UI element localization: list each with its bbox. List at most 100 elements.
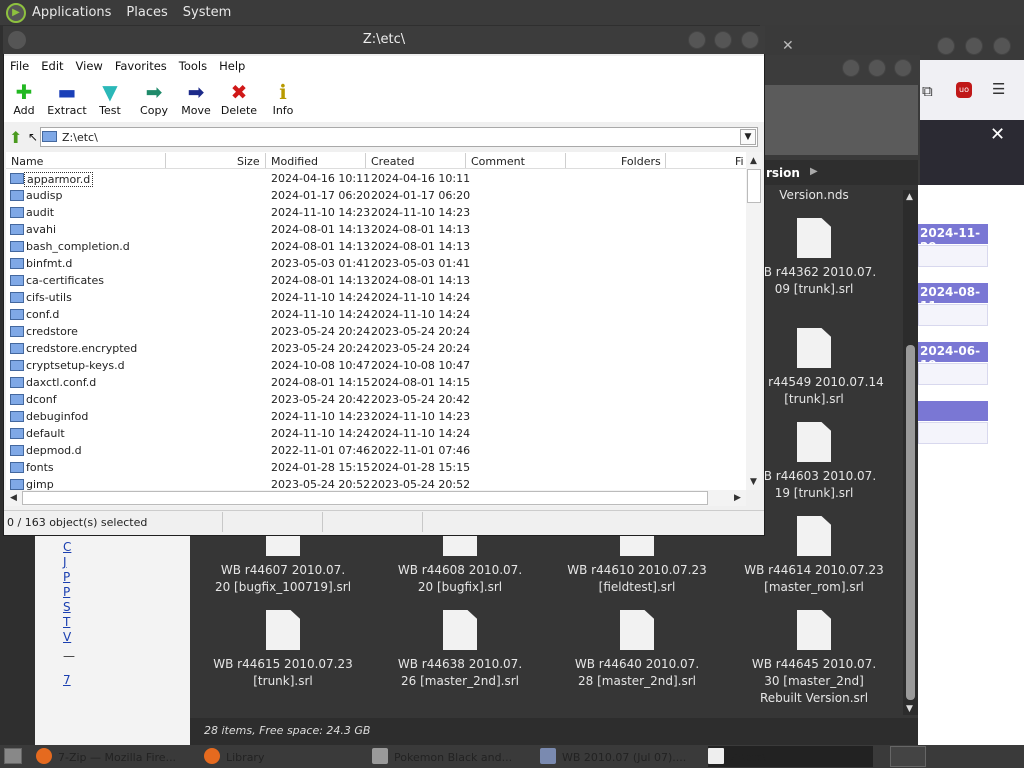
taskbar-item-library[interactable]: Library (204, 746, 369, 767)
table-row[interactable]: audisp 2024-01-17 06:20 2024-01-17 06:20 (8, 187, 744, 204)
hscroll-thumb[interactable] (22, 491, 708, 505)
column-divider[interactable] (665, 153, 666, 168)
test-button[interactable]: ▼ Test (87, 80, 133, 117)
menu-file[interactable]: File (10, 59, 29, 73)
table-row[interactable]: audit 2024-11-10 14:23 2024-11-10 14:23 (8, 204, 744, 221)
firefox-maximize-button[interactable] (965, 37, 983, 55)
menu-help[interactable]: Help (219, 59, 245, 73)
add-button[interactable]: ✚ Add (1, 80, 47, 117)
file-tile[interactable]: WB r44640 2010.07. 28 [master_2nd].srl (547, 610, 727, 690)
library-minimize-button[interactable] (842, 59, 860, 77)
date-row[interactable] (918, 422, 988, 444)
tab-close-icon[interactable]: ✕ (782, 38, 794, 54)
info-button[interactable]: ℹ Info (260, 80, 306, 117)
chevron-down-icon[interactable]: ▼ (740, 129, 756, 145)
column-divider[interactable] (365, 153, 366, 168)
workspace-switcher[interactable] (890, 746, 926, 767)
taskbar-item-wb[interactable]: WB 2010.07 (Jul 07).... (540, 746, 705, 767)
scroll-left-arrow-icon[interactable]: ◀ (10, 493, 17, 503)
table-row[interactable]: conf.d 2024-11-10 14:24 2024-11-10 14:24 (8, 306, 744, 323)
up-folder-icon[interactable]: ⬆ (9, 128, 22, 147)
file-tile[interactable]: WB r44645 2010.07. 30 [master_2nd] Rebui… (724, 610, 904, 707)
menu-applications[interactable]: Applications (32, 5, 111, 20)
7zip-minimize-button[interactable] (688, 31, 706, 49)
date-row[interactable] (918, 245, 988, 267)
column-files[interactable]: Fi (735, 155, 744, 168)
table-row[interactable]: default 2024-11-10 14:24 2024-11-10 14:24 (8, 425, 744, 442)
delete-button[interactable]: ✖ Delete (216, 80, 262, 117)
column-folders[interactable]: Folders (621, 155, 661, 168)
table-row[interactable]: depmod.d 2022-11-01 07:46 2022-11-01 07:46 (8, 442, 744, 459)
menu-tools[interactable]: Tools (179, 59, 207, 73)
column-divider[interactable] (165, 153, 166, 168)
sidebar-link[interactable]: J (63, 555, 67, 569)
sidebar-link[interactable]: S (63, 600, 71, 614)
column-name[interactable]: Name (11, 155, 43, 168)
scroll-up-arrow-icon[interactable]: ▲ (906, 192, 913, 202)
extensions-icon[interactable]: ⧉ (922, 82, 933, 100)
extract-button[interactable]: ▬ Extract (44, 80, 90, 117)
library-scrollbar-thumb[interactable] (906, 345, 915, 700)
column-divider[interactable] (465, 153, 466, 168)
firefox-close-button[interactable] (993, 37, 1011, 55)
column-divider[interactable] (265, 153, 266, 168)
window-menu-icon[interactable] (8, 31, 26, 49)
table-row[interactable]: credstore.encrypted 2023-05-24 20:24 2023-… (8, 340, 744, 357)
sidebar-link[interactable]: 7 (63, 673, 71, 687)
firefox-minimize-button[interactable] (937, 37, 955, 55)
date-row[interactable] (918, 363, 988, 385)
menu-edit[interactable]: Edit (41, 59, 63, 73)
menu-view[interactable]: View (76, 59, 103, 73)
table-row[interactable]: debuginfod 2024-11-10 14:23 2024-11-10 14:… (8, 408, 744, 425)
library-panel-close-icon[interactable]: ✕ (990, 124, 1005, 145)
file-tile[interactable]: WB r44638 2010.07. 26 [master_2nd].srl (370, 610, 550, 690)
scroll-down-arrow-icon[interactable]: ▼ (750, 477, 757, 487)
copy-button[interactable]: ➡ Copy (131, 80, 177, 117)
address-input[interactable] (40, 127, 758, 147)
table-row[interactable]: daxctl.conf.d 2024-08-01 14:15 2024-08-01 … (8, 374, 744, 391)
sidebar-link[interactable]: V (63, 630, 71, 644)
table-row[interactable]: dconf 2023-05-24 20:42 2023-05-24 20:42 (8, 391, 744, 408)
taskbar-item-7zip-firefox[interactable]: 7-Zip — Mozilla Fire... (36, 746, 201, 767)
vscroll-thumb[interactable] (747, 169, 761, 203)
taskbar-item-7zip[interactable]: Z:\etc\ (708, 746, 873, 767)
column-comment[interactable]: Comment (471, 155, 525, 168)
menu-hamburger-icon[interactable]: ☰ (992, 80, 1005, 98)
table-row[interactable]: fonts 2024-01-28 15:15 2024-01-28 15:15 (8, 459, 744, 476)
table-row[interactable]: avahi 2024-08-01 14:13 2024-08-01 14:13 (8, 221, 744, 238)
menu-favorites[interactable]: Favorites (115, 59, 167, 73)
column-created[interactable]: Created (371, 155, 415, 168)
7zip-close-button[interactable] (741, 31, 759, 49)
menu-places[interactable]: Places (126, 5, 167, 20)
sidebar-link[interactable]: T (63, 615, 70, 629)
7zip-maximize-button[interactable] (714, 31, 732, 49)
library-maximize-button[interactable] (868, 59, 886, 77)
taskbar-item-pokemon[interactable]: Pokemon Black and... (372, 746, 537, 767)
column-modified[interactable]: Modified (271, 155, 318, 168)
distro-logo-icon[interactable]: ▶ (6, 2, 26, 23)
column-size[interactable]: Size (237, 155, 260, 168)
scroll-right-arrow-icon[interactable]: ▶ (734, 493, 741, 503)
menu-system[interactable]: System (183, 5, 231, 20)
scroll-up-arrow-icon[interactable]: ▲ (750, 156, 757, 166)
table-row[interactable]: binfmt.d 2023-05-03 01:41 2023-05-03 01:41 (8, 255, 744, 272)
library-column-version[interactable]: rsion (766, 166, 800, 180)
move-button[interactable]: ➡ Move (173, 80, 219, 117)
column-divider[interactable] (565, 153, 566, 168)
sidebar-link[interactable]: P (63, 585, 70, 599)
table-row[interactable]: apparmor.d 2024-04-16 10:11 2024-04-16 10:… (8, 170, 744, 187)
table-row[interactable]: cryptsetup-keys.d 2024-10-08 10:47 2024-10… (8, 357, 744, 374)
table-row[interactable]: cifs-utils 2024-11-10 14:24 2024-11-10 14:… (8, 289, 744, 306)
show-desktop-icon[interactable] (4, 748, 22, 764)
scroll-down-arrow-icon[interactable]: ▼ (906, 704, 913, 714)
table-row[interactable]: bash_completion.d 2024-08-01 14:13 2024-08… (8, 238, 744, 255)
sidebar-link[interactable]: P (63, 570, 70, 584)
sidebar-link[interactable]: C (63, 540, 71, 554)
ublock-icon[interactable]: uo (956, 82, 972, 98)
library-close-button[interactable] (894, 59, 912, 77)
file-tile[interactable]: WB r44615 2010.07.23 [trunk].srl (193, 610, 373, 690)
date-row[interactable] (918, 304, 988, 326)
table-row[interactable]: ca-certificates 2024-08-01 14:13 2024-08-0… (8, 272, 744, 289)
row-created: 2024-10-08 10:47 (371, 359, 471, 372)
table-row[interactable]: credstore 2023-05-24 20:24 2023-05-24 20:2… (8, 323, 744, 340)
